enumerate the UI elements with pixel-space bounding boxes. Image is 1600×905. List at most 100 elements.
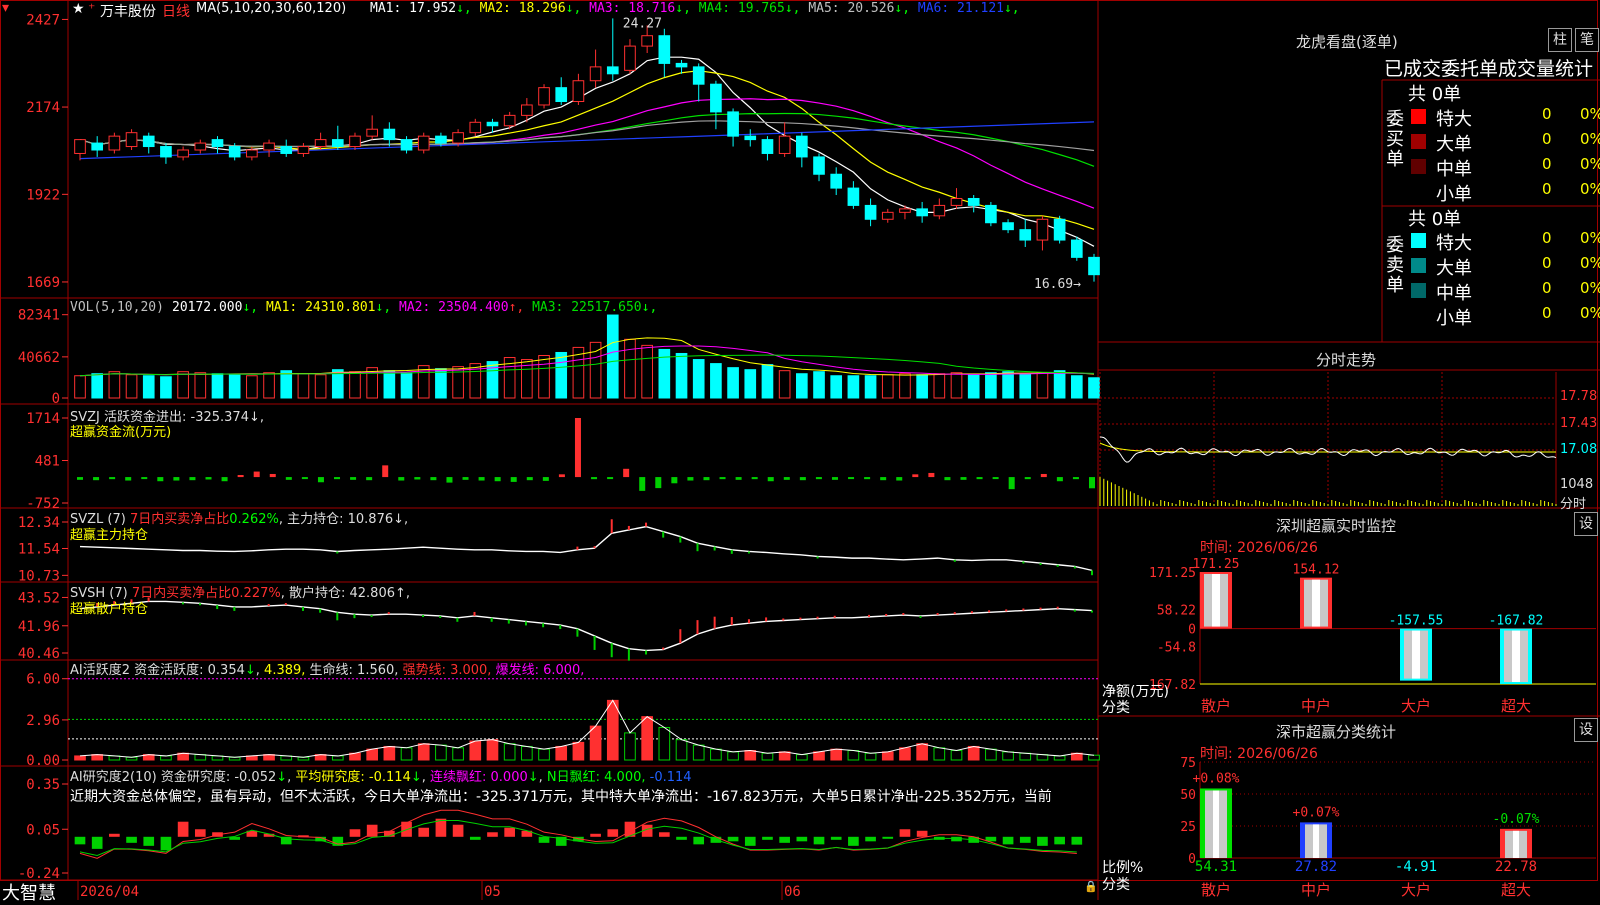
svzj-bar <box>703 477 710 481</box>
volume-bar <box>589 341 602 399</box>
candle <box>91 136 104 157</box>
svzj-y-tick-1: 481 <box>35 454 60 470</box>
candle <box>125 129 138 150</box>
candle <box>830 167 843 196</box>
ai2-bar <box>830 836 842 840</box>
volume-bar <box>177 371 189 399</box>
buy-row-count-3: 0 <box>1542 180 1552 198</box>
volume-bar <box>486 361 499 399</box>
candle-body <box>1088 256 1100 276</box>
svzj-bar <box>77 477 83 480</box>
monitor-value-1: 154.12 <box>1293 563 1340 578</box>
tick-mode-button[interactable]: 笔 <box>1575 28 1599 52</box>
ai1-bar <box>658 726 671 761</box>
ai2-y-tick-0: 0.35 <box>26 777 60 793</box>
svsh-red-text: 7日内买卖净占比0.227% <box>131 586 281 601</box>
monitor-bar-highlight <box>1412 630 1420 679</box>
candle-body <box>246 149 258 158</box>
volume-bar <box>246 375 258 399</box>
stats-bottom-label-2: -4.91 <box>1395 859 1437 875</box>
candle <box>916 201 928 223</box>
ai1-bar <box>710 748 722 761</box>
svzl-line <box>79 525 1093 572</box>
sell-row-swatch-3 <box>1411 308 1426 323</box>
ai2-bar <box>177 821 189 837</box>
flag-icon: ⁺ <box>88 1 96 17</box>
top-left-marker: ▾ <box>2 0 10 16</box>
ma-item-arrow-2: ↓, <box>675 1 699 16</box>
volume-bar <box>194 372 207 399</box>
candle <box>74 139 86 161</box>
ai2-bar <box>762 836 773 840</box>
svzj-bar <box>125 477 132 481</box>
period-label[interactable]: 日线 <box>162 1 190 21</box>
ai1-bar <box>503 743 516 761</box>
vol-params: VOL(5,10,20) <box>70 300 164 315</box>
monitor-bar-1 <box>1300 577 1332 629</box>
candle <box>761 136 774 161</box>
ai2-bar <box>1054 836 1065 845</box>
svzj-bar <box>912 474 919 478</box>
svsh-line <box>79 600 1093 652</box>
stats-date: 时间: 2026/06/26 <box>1200 746 1318 762</box>
sell-row-pct-2: 0% <box>1580 279 1600 297</box>
volume-bar <box>761 364 774 399</box>
stats-settings-button[interactable]: 设 <box>1574 718 1598 742</box>
svzj-bar <box>848 477 855 480</box>
candle-body <box>933 204 946 217</box>
volume-bar <box>125 374 138 399</box>
star-icon[interactable]: ★ <box>72 1 85 17</box>
candle <box>1036 215 1049 251</box>
ai1-bar <box>331 755 344 761</box>
svzj-bar <box>237 475 244 478</box>
intraday-y-3: 1048 <box>1560 477 1594 492</box>
vol-item-1: MA1: 24310.801 <box>265 300 376 315</box>
monitor-settings-button[interactable]: 设 <box>1574 512 1598 536</box>
ma-params: MA(5,10,20,30,60,120) <box>196 1 347 16</box>
svsh-y-tick-2: 40.46 <box>18 646 60 662</box>
stats-bar-3 <box>1500 828 1532 858</box>
stock-name[interactable]: 万丰股份 <box>100 1 156 21</box>
candle <box>400 136 413 154</box>
ai1-bar <box>847 750 860 761</box>
buy-row-name-1: 大单 <box>1436 134 1472 155</box>
ai1-bar <box>950 750 963 761</box>
svzj-bar <box>1040 473 1047 478</box>
bar-mode-button[interactable]: 柱 <box>1548 28 1572 52</box>
volume-bar <box>881 374 894 399</box>
svzj-bar <box>1024 477 1031 480</box>
lock-icon[interactable]: 🔒 <box>1084 880 1098 893</box>
ai1-bar <box>606 699 619 761</box>
stock-chart-canvas[interactable]: 2427 2174 1922 1669 24.27 16.69→ 82341 40662 0 17… <box>0 0 1600 900</box>
ai2-t4: N日飘红: 4.000, <box>546 770 646 785</box>
vol-y-tick-0: 82341 <box>18 308 60 324</box>
sell-label: 委卖单 <box>1386 235 1404 296</box>
ai1-bar <box>1036 754 1049 761</box>
svzj-bar <box>334 477 341 480</box>
ai2-bar <box>194 829 206 837</box>
svzj-bar <box>880 477 887 481</box>
candle <box>967 195 980 213</box>
main-y-tick-0: 2427 <box>26 12 60 28</box>
candle-body <box>1002 222 1014 231</box>
ai2-bar <box>659 832 670 837</box>
ai2-header: AI研究度2(10) 资金研究度: -0.052↓, 平均研究度: -0.114… <box>70 770 692 785</box>
buy-label: 委买单 <box>1386 109 1404 170</box>
svzj-bar <box>93 477 100 481</box>
ai2-bar <box>74 836 86 845</box>
candle <box>1019 219 1032 247</box>
ai1-bar <box>916 743 928 761</box>
ai2-bar <box>126 836 137 843</box>
ai2-bar <box>349 829 361 837</box>
ai1-bar <box>400 747 413 761</box>
ai1-bar <box>521 745 533 761</box>
main-y-tick-1: 2174 <box>26 100 60 116</box>
svzj-bar <box>767 477 774 482</box>
stats-bar-highlight <box>1313 824 1319 858</box>
candle-body <box>469 121 482 134</box>
svzj-bar <box>382 465 389 478</box>
volume-bar <box>314 374 327 399</box>
monitor-value-0: 171.25 <box>1193 557 1240 572</box>
ai2-bar <box>796 836 808 842</box>
candle-body <box>572 80 585 103</box>
